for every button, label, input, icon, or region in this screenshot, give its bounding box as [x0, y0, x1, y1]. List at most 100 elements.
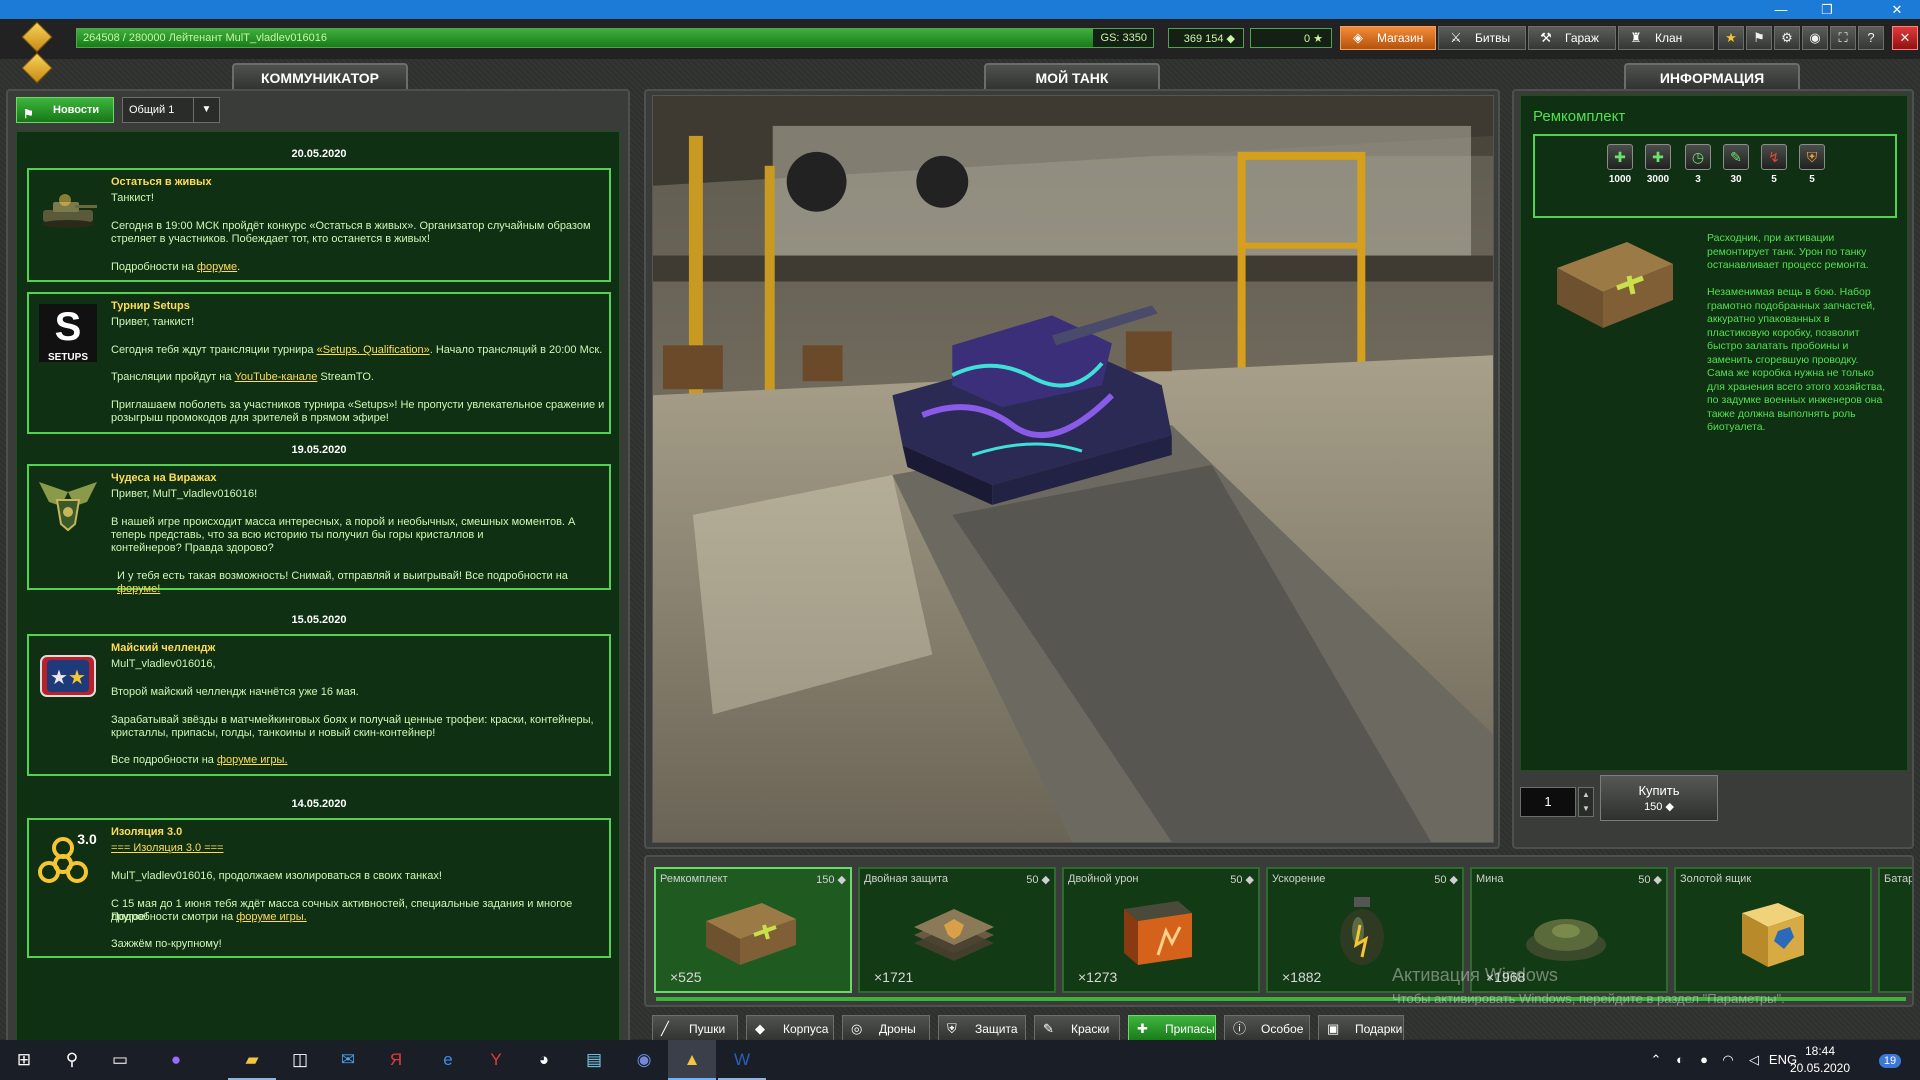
favorites-button[interactable]: ★: [1718, 26, 1744, 50]
item-description-extended: Незаменимая вещь в бою. Набор грамотно по…: [1707, 286, 1886, 433]
heal-speed-icon: ✚: [1645, 144, 1671, 170]
battles-button[interactable]: ⚔ Битвы: [1438, 26, 1526, 50]
assistant-icon[interactable]: ●: [152, 1040, 200, 1080]
news-line: В нашей игре происходит масса интересных…: [111, 516, 576, 528]
quantity-input[interactable]: 1: [1520, 787, 1576, 817]
close-window-button[interactable]: ✕: [1874, 0, 1920, 19]
wifi-icon[interactable]: ◠: [1716, 1040, 1740, 1080]
discord-icon[interactable]: ◉: [620, 1040, 668, 1080]
forum-link[interactable]: форуме игры.: [236, 911, 307, 923]
fullscreen-button[interactable]: ⛶: [1830, 26, 1856, 50]
category-hulls[interactable]: ◆ Корпуса: [746, 1015, 834, 1043]
clan-button[interactable]: ♜ Клан: [1618, 26, 1714, 50]
tray-expand-icon[interactable]: ⌃: [1646, 1040, 1666, 1080]
property: ✚ 1000: [1605, 144, 1635, 185]
protection-icon: ⛨: [947, 1021, 957, 1036]
garage-button[interactable]: ⚒ Гараж: [1528, 26, 1616, 50]
taskbar: ⊞ ⚲ ▭ ● ▰ ◫ ✉ Я e Y ◕ ▤ ◉ ▲ W ⌃ ◐ ● ◠ ◁ …: [0, 1040, 1920, 1080]
word-icon[interactable]: W: [718, 1040, 766, 1080]
category-gifts[interactable]: ▣ Подарки: [1318, 1015, 1404, 1043]
activation-watermark-text: Чтобы активировать Windows, перейдите в …: [1392, 991, 1785, 1006]
tab-communicator: КОММУНИКАТОР: [232, 63, 408, 91]
shop-button[interactable]: ◈ Магазин: [1340, 26, 1436, 50]
supply-slot-repair-kit[interactable]: Ремкомплект 150 ◆ ×525: [654, 867, 852, 993]
property: ✚ 3000: [1643, 144, 1673, 185]
forum-link[interactable]: форуме игры.: [217, 754, 288, 766]
news-card: ★ ★ Майский челлендж MulT_vladlev016016,…: [27, 634, 611, 776]
yandex-browser-icon[interactable]: Я: [372, 1040, 420, 1080]
search-icon[interactable]: ⚲: [48, 1040, 96, 1080]
tanki-online-icon[interactable]: ▲: [668, 1040, 716, 1080]
task-view-icon[interactable]: ▭: [96, 1040, 144, 1080]
start-button[interactable]: ⊞: [0, 1040, 48, 1080]
property: ✎ 30: [1721, 144, 1751, 185]
category-turrets[interactable]: ╱ Пушки: [652, 1015, 738, 1043]
category-drones[interactable]: ◎ Дроны: [842, 1015, 930, 1043]
file-explorer-icon[interactable]: ▰: [228, 1040, 276, 1080]
sound-button[interactable]: ◉: [1802, 26, 1828, 50]
mail-icon[interactable]: ✉: [324, 1040, 372, 1080]
notifications-button[interactable]: 19: [1870, 1040, 1910, 1080]
microphone-icon[interactable]: ●: [1694, 1040, 1714, 1080]
supply-slot-double-damage[interactable]: Двойной урон 50 ◆ ×1273: [1062, 867, 1260, 993]
news-line: Зарабатывай звёзды в матчмейкинговых боя…: [111, 714, 594, 726]
news-line: MulT_vladlev016016,: [111, 658, 216, 670]
supplies-carousel: Ремкомплект 150 ◆ ×525 Двойная защита 50…: [644, 855, 1914, 1007]
quantity-stepper[interactable]: ▲ ▼: [1578, 787, 1594, 817]
news-line: розыгрыш промокодов для зрителей в прямо…: [111, 412, 389, 424]
exit-button[interactable]: ✕: [1892, 26, 1918, 50]
setups-link[interactable]: «Setups. Qualification»: [317, 344, 430, 356]
news-line: Танкист!: [111, 192, 154, 204]
settings-button[interactable]: ⚙: [1774, 26, 1800, 50]
youtube-link[interactable]: YouTube-канале: [235, 371, 318, 383]
garage-3d-view[interactable]: [652, 95, 1494, 843]
volume-icon[interactable]: ◁: [1742, 1040, 1766, 1080]
forum-link[interactable]: форуме!: [117, 583, 160, 595]
news-line: Подробности смотри на форуме игры.: [111, 911, 307, 923]
isolation-link[interactable]: === Изоляция 3.0 ===: [111, 842, 223, 854]
experience-text: 264508 / 280000 Лейтенант MulT_vladlev01…: [83, 32, 328, 44]
shop-label: Магазин: [1377, 31, 1424, 45]
category-protection[interactable]: ⛨ Защита: [938, 1015, 1026, 1043]
clock[interactable]: 18:44 20.05.2020: [1780, 1043, 1860, 1077]
store-icon[interactable]: ◫: [276, 1040, 324, 1080]
forum-link[interactable]: форуме: [197, 261, 237, 273]
communicator-panel: ⚑ Новости Общий 1 ▼ 20.05.2020 Остаться …: [6, 89, 630, 1047]
supply-slot-gold-box[interactable]: Золотой ящик: [1674, 867, 1872, 993]
edge-icon[interactable]: e: [424, 1040, 472, 1080]
shield-icon: ⛨: [1799, 144, 1825, 170]
repair-kit-image: [1557, 242, 1673, 328]
yandex-icon[interactable]: Y: [472, 1040, 520, 1080]
cooldown-icon: ↯: [1761, 144, 1787, 170]
item-title: Ремкомплект: [1533, 108, 1626, 125]
property-value: 5: [1809, 174, 1815, 185]
help-button[interactable]: ?: [1858, 26, 1884, 50]
tab-information: ИНФОРМАЦИЯ: [1624, 63, 1800, 91]
supply-slot-double-armor[interactable]: Двойная защита 50 ◆ ×1721: [858, 867, 1056, 993]
gifts-icon: ▣: [1327, 1021, 1340, 1036]
timer-icon: ◷: [1685, 144, 1711, 170]
news-feed[interactable]: 20.05.2020 Остаться в живых Танкист! Сег…: [16, 131, 620, 1041]
wrench-icon: ✎: [1723, 144, 1749, 170]
missions-button[interactable]: ⚑: [1746, 26, 1772, 50]
news-line: контейнеров? Правда здорово?: [111, 542, 274, 554]
news-button[interactable]: ⚑ Новости: [16, 97, 114, 123]
category-supplies[interactable]: ✚ Припасы: [1128, 1015, 1216, 1043]
supply-slot-battery[interactable]: Батар ×1: [1878, 867, 1912, 993]
tray-app-icon[interactable]: ◐: [1668, 1040, 1692, 1080]
my-tank-panel: [644, 89, 1500, 849]
svg-text:SETUPS: SETUPS: [48, 352, 88, 363]
channel-select[interactable]: Общий 1 ▼: [122, 97, 220, 123]
health-icon: ✚: [1607, 144, 1633, 170]
news-line: Сегодня тебя ждут трансляции турнира «Se…: [111, 344, 603, 356]
news-line: Сегодня в 19:00 МСК пройдёт конкурс «Ост…: [111, 220, 591, 232]
buy-button[interactable]: Купить 150 ◆: [1600, 775, 1718, 821]
category-paints[interactable]: ✎ Краски: [1034, 1015, 1120, 1043]
restore-button[interactable]: ❐: [1804, 0, 1850, 19]
news-title: Изоляция 3.0: [111, 826, 183, 838]
minimize-button[interactable]: —: [1758, 0, 1804, 19]
notepad-icon[interactable]: ▤: [570, 1040, 618, 1080]
news-title: Турнир Setups: [111, 300, 190, 312]
app-icon[interactable]: ◕: [520, 1040, 568, 1080]
category-special[interactable]: ⓘ Особое: [1224, 1015, 1310, 1043]
